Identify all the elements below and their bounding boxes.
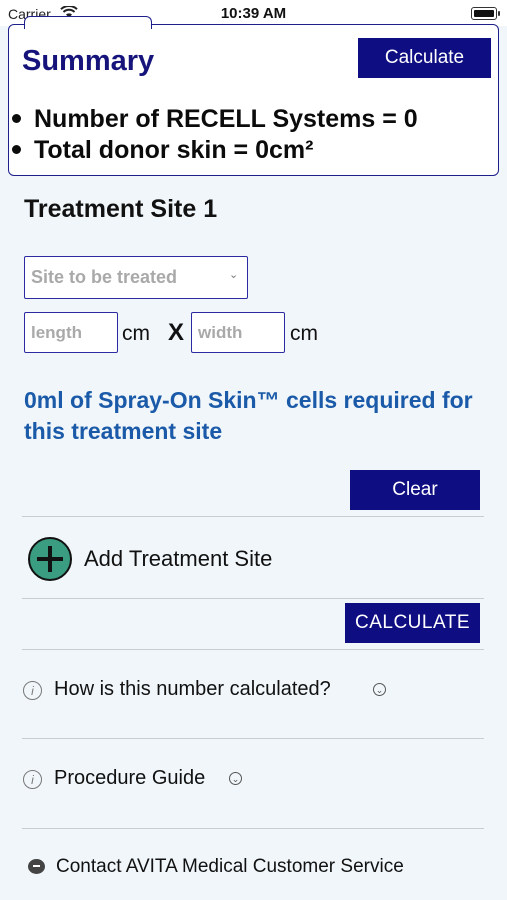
divider [22, 598, 484, 599]
width-unit: cm [290, 322, 318, 345]
summary-calculate-button[interactable]: Calculate [358, 38, 491, 78]
treatment-site-title: Treatment Site 1 [24, 195, 218, 223]
summary-title: Summary [22, 45, 155, 77]
chevron-down-icon[interactable]: ⌄ [373, 683, 386, 696]
times-symbol: X [168, 319, 185, 346]
procedure-guide-toggle[interactable]: Procedure Guide [54, 767, 205, 790]
length-input[interactable] [24, 312, 118, 353]
contact-customer-service-link[interactable]: Contact AVITA Medical Customer Service [56, 856, 404, 878]
site-select[interactable]: Site to be treated ⌄ [24, 256, 248, 299]
summary-line: Number of RECELL Systems = 0 [9, 105, 418, 134]
divider [22, 828, 484, 829]
chevron-down-icon[interactable]: ⌄ [229, 772, 242, 785]
summary-card: Summary Calculate Number of RECELL Syste… [8, 24, 499, 176]
cells-required-text: 0ml of Spray-On Skin™ cells required for… [24, 387, 473, 444]
calculate-button[interactable]: CALCULATE [345, 603, 480, 643]
info-icon: i [23, 681, 42, 700]
divider [22, 516, 484, 517]
chevron-down-icon: ⌄ [229, 269, 239, 281]
summary-line: Total donor skin = 0cm² [9, 136, 313, 165]
battery-icon [471, 7, 500, 20]
divider [22, 649, 484, 650]
how-calculated-toggle[interactable]: How is this number calculated? [54, 678, 331, 701]
width-input[interactable] [191, 312, 285, 353]
bullet-icon [12, 144, 21, 154]
summary-tab [24, 16, 152, 29]
divider [22, 738, 484, 739]
info-icon: i [23, 770, 42, 789]
site-select-placeholder: Site to be treated [31, 267, 178, 287]
bullet-icon [12, 113, 21, 123]
chat-bubble-icon [28, 859, 45, 874]
add-treatment-site-label[interactable]: Add Treatment Site [84, 546, 272, 572]
length-unit: cm [122, 322, 150, 345]
clear-button[interactable]: Clear [350, 470, 480, 510]
add-circle-icon[interactable] [28, 537, 72, 581]
